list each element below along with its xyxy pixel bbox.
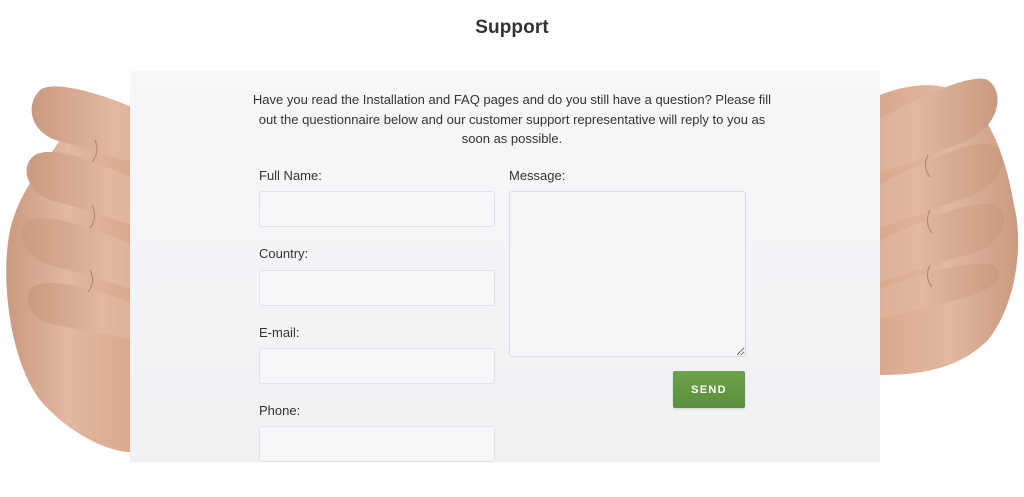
phone-input[interactable] bbox=[259, 426, 495, 462]
page-title: Support bbox=[475, 17, 549, 38]
intro-text: Have you read the Installation and FAQ p… bbox=[252, 92, 772, 146]
email-input[interactable] bbox=[259, 348, 495, 384]
country-label: Country: bbox=[259, 246, 309, 261]
country-input[interactable] bbox=[259, 270, 495, 306]
full-name-label: Full Name: bbox=[259, 168, 322, 183]
email-label: E-mail: bbox=[259, 325, 300, 340]
message-label: Message: bbox=[509, 168, 566, 183]
message-textarea[interactable] bbox=[509, 191, 746, 357]
support-page: Support Have you read the Installation a… bbox=[0, 0, 1024, 497]
phone-label: Phone: bbox=[259, 403, 301, 418]
form-sheet: Have you read the Installation and FAQ p… bbox=[130, 71, 880, 462]
send-button[interactable]: SEND bbox=[673, 371, 745, 408]
full-name-input[interactable] bbox=[259, 191, 495, 227]
